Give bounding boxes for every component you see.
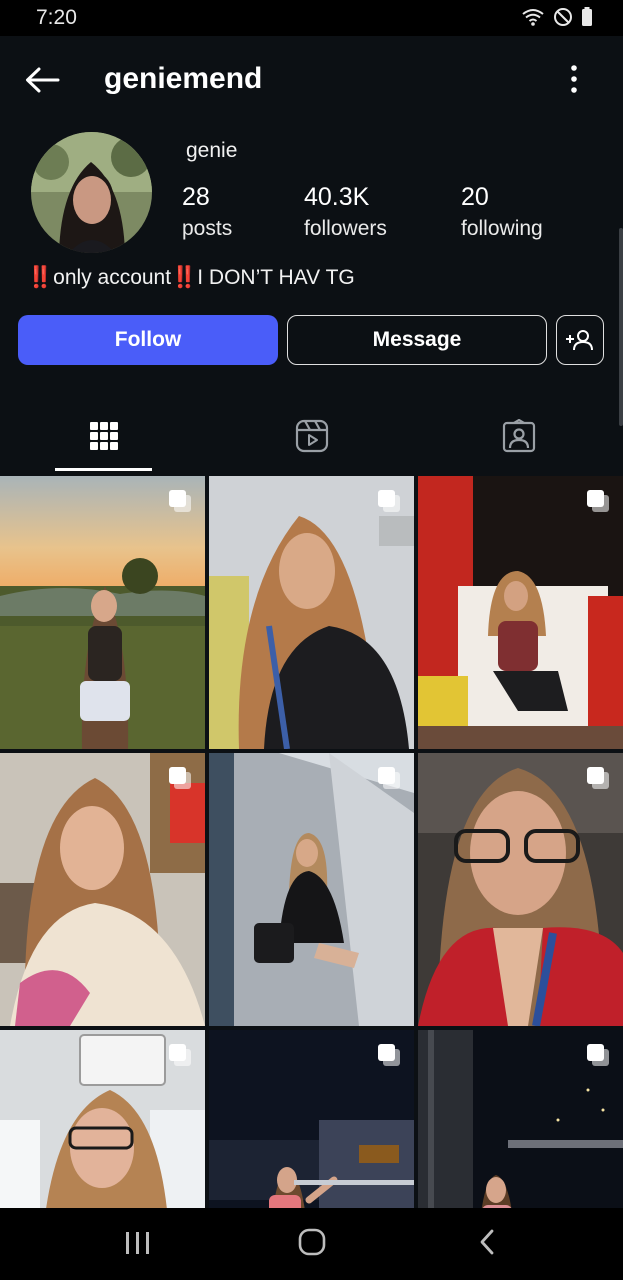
tab-tagged[interactable] [415, 398, 623, 474]
post-thumbnail[interactable] [209, 753, 414, 1026]
multiple-photos-icon [169, 1044, 191, 1066]
back-icon[interactable] [478, 1229, 496, 1255]
recent-apps-icon[interactable] [124, 1230, 152, 1256]
bio-exclamation: ‼️ [27, 266, 53, 289]
follow-button[interactable]: Follow [18, 315, 278, 365]
multiple-photos-icon [587, 490, 609, 512]
followers-value: 40.3K [304, 183, 370, 211]
post-thumbnail[interactable] [418, 753, 623, 1026]
multiple-photos-icon [378, 1044, 400, 1066]
add-person-icon [566, 330, 593, 351]
more-options-icon[interactable] [560, 64, 588, 94]
multiple-photos-icon [378, 490, 400, 512]
profile-tabs [0, 398, 623, 474]
posts-value: 28 [182, 183, 210, 211]
message-button[interactable]: Message [287, 315, 547, 365]
status-icons [521, 7, 593, 27]
grid-icon [90, 422, 118, 450]
post-thumbnail[interactable] [418, 1030, 623, 1208]
profile-header: geniemend [0, 36, 623, 128]
post-thumbnail[interactable] [0, 753, 205, 1026]
reels-icon [295, 419, 329, 453]
followers-label: followers [304, 217, 387, 240]
bio-exclamation-2: ‼️ [171, 266, 197, 289]
following-count[interactable]: 20 following [461, 183, 543, 241]
profile-bio: ‼️ only account ‼️ I DON’T HAV TG [27, 266, 355, 290]
battery-icon [582, 7, 592, 26]
wifi-icon [522, 9, 544, 26]
multiple-photos-icon [587, 767, 609, 789]
multiple-photos-icon [587, 1044, 609, 1066]
do-not-disturb-icon [554, 8, 572, 26]
posts-count: 28 posts [182, 183, 232, 241]
tagged-icon [502, 419, 536, 453]
bio-text-1: only account [53, 266, 172, 289]
bio-text-2: I DON’T HAV TG [197, 266, 355, 289]
post-thumbnail[interactable] [209, 476, 414, 749]
multiple-photos-icon [378, 767, 400, 789]
multiple-photos-icon [169, 490, 191, 512]
status-bar: 7:20 [0, 0, 623, 36]
post-thumbnail[interactable] [0, 1030, 205, 1208]
display-name: genie [186, 139, 238, 162]
home-icon[interactable] [298, 1228, 326, 1256]
profile-avatar[interactable] [31, 132, 152, 253]
tab-reels[interactable] [208, 398, 416, 474]
status-time: 7:20 [36, 6, 77, 29]
selected-tab-indicator [55, 468, 152, 471]
post-thumbnail[interactable] [418, 476, 623, 749]
multiple-photos-icon [169, 767, 191, 789]
tab-posts-grid[interactable] [0, 398, 208, 474]
system-navigation-bar [0, 1208, 623, 1280]
post-thumbnail[interactable] [209, 1030, 414, 1208]
profile-username: geniemend [104, 62, 263, 95]
following-value: 20 [461, 183, 489, 211]
followers-count[interactable]: 40.3K followers [304, 183, 387, 241]
back-arrow-icon[interactable] [24, 66, 60, 94]
following-label: following [461, 217, 543, 240]
scrollbar[interactable] [619, 228, 623, 426]
posts-label: posts [182, 217, 233, 240]
suggested-accounts-button[interactable] [556, 315, 604, 365]
posts-grid [0, 476, 623, 1208]
post-thumbnail[interactable] [0, 476, 205, 749]
